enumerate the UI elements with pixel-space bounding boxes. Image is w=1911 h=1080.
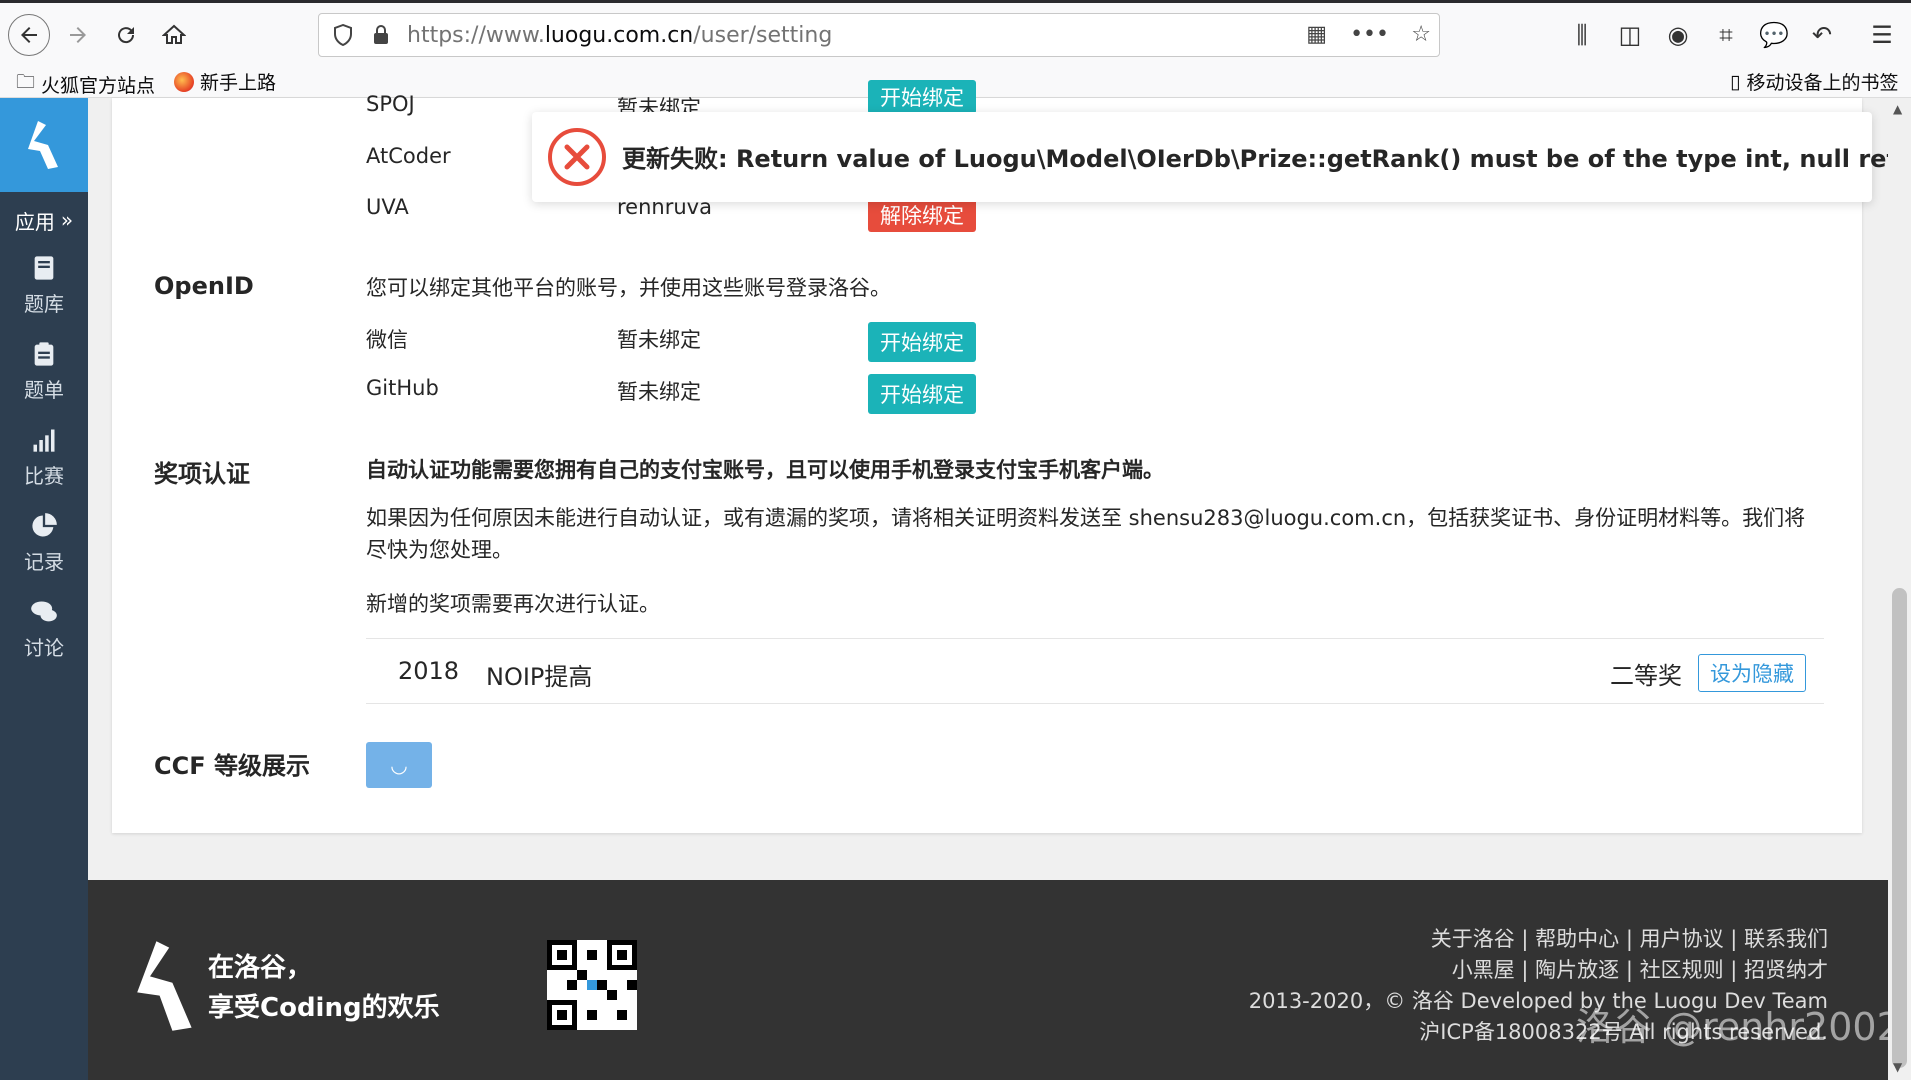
scrollbar-thumb[interactable]: [1892, 588, 1907, 1068]
page-scrollbar[interactable]: ▲ ▼: [1888, 98, 1911, 1080]
section-label-openid: OpenID: [154, 272, 254, 300]
qr-code-icon[interactable]: ▦: [1306, 22, 1327, 47]
account-icon[interactable]: ◉: [1660, 17, 1696, 53]
openid-description: 您可以绑定其他平台的账号，并使用这些账号登录洛谷。: [366, 276, 891, 300]
watermark: 洛谷 @renhr2002: [1576, 1005, 1901, 1049]
home-icon: [162, 24, 186, 44]
clipboard-icon: [34, 341, 54, 366]
mobile-bookmarks[interactable]: ▯ 移动设备上的书签: [1730, 68, 1898, 95]
folder-icon: 🗀: [16, 71, 36, 93]
section-label-ccf: CCF 等级展示: [154, 752, 310, 780]
luogu-logo[interactable]: [0, 98, 88, 192]
prize-note: 新增的奖项需要再次进行认证。: [366, 592, 660, 616]
settings-card: SPOJ 暂未绑定 开始绑定 AtCoder UVA renhruva 解除绑定…: [112, 80, 1862, 833]
prize-description: 如果因为任何原因未能进行自动认证，或有遗漏的奖项，请将相关证明资料发送至 she…: [366, 506, 1806, 562]
hamburger-menu-icon[interactable]: ☰: [1864, 17, 1900, 53]
nav-label: 题单: [24, 377, 64, 402]
nav-label: 题库: [24, 291, 64, 316]
browser-toolbar: https://www.luogu.com.cn/user/setting ▦ …: [0, 0, 1911, 64]
nav-label: 讨论: [24, 635, 64, 660]
section-label-prize: 奖项认证: [154, 460, 250, 488]
bar-chart-icon: [33, 429, 55, 452]
url-domain: luogu.com.cn: [544, 23, 694, 48]
lock-icon[interactable]: [371, 24, 391, 46]
undo-icon[interactable]: ↶: [1804, 17, 1840, 53]
error-x-circle-icon: [548, 128, 606, 186]
forward-button[interactable]: [60, 17, 96, 53]
loading-spinner-icon: ◡: [390, 753, 408, 777]
openid-platform: 微信: [366, 328, 408, 352]
nav-label: 比赛: [24, 463, 64, 488]
openid-platform: GitHub: [366, 376, 439, 400]
luogu-footer-logo-icon: [137, 941, 192, 1031]
start-bind-button[interactable]: 开始绑定: [868, 80, 976, 114]
apps-menu[interactable]: 应用 »: [0, 198, 88, 242]
sidebar-toggle-icon[interactable]: ◫: [1612, 17, 1648, 53]
start-bind-github-button[interactable]: 开始绑定: [868, 374, 976, 414]
mobile-bookmarks-label: 移动设备上的书签: [1746, 72, 1899, 94]
prize-contest: NOIP提高: [486, 663, 593, 691]
prize-year: 2018: [398, 657, 460, 685]
toast-message: 更新失败: Return value of Luogu\Model\OIerDb…: [622, 145, 1911, 173]
nav-problems[interactable]: 题库: [0, 242, 88, 328]
bookmark-item[interactable]: 新手上路: [174, 68, 276, 95]
bookmark-label: 火狐官方站点: [41, 74, 156, 97]
start-bind-wechat-button[interactable]: 开始绑定: [868, 322, 976, 362]
library-icon[interactable]: ⫼: [1564, 17, 1600, 53]
home-button[interactable]: [156, 17, 192, 53]
openid-status: 暂未绑定: [617, 328, 701, 352]
scroll-down-icon[interactable]: ▼: [1893, 1060, 1902, 1074]
back-button[interactable]: [8, 14, 50, 56]
set-hidden-button[interactable]: 设为隐藏: [1698, 654, 1806, 692]
binding-platform: UVA: [366, 195, 409, 219]
unbind-button[interactable]: 解除绑定: [868, 198, 976, 232]
shield-icon[interactable]: [333, 24, 353, 46]
book-icon: [34, 255, 54, 280]
url-path: /user/setting: [693, 23, 833, 48]
speech-bubble-icon[interactable]: 💬: [1756, 17, 1792, 53]
left-nav-rail: 应用 » 题库 题单 比赛 记录 讨论: [0, 98, 88, 1080]
url-text[interactable]: https://www.luogu.com.cn/user/setting: [407, 23, 832, 48]
scroll-up-icon[interactable]: ▲: [1893, 102, 1902, 116]
footer-links-row[interactable]: 关于洛谷 | 帮助中心 | 用户协议 | 联系我们: [1249, 924, 1828, 955]
nav-records[interactable]: 记录: [0, 500, 88, 586]
luogu-logo-icon: [28, 121, 58, 169]
firefox-icon: [174, 71, 194, 92]
apps-label: 应用: [14, 209, 55, 234]
nav-label: 记录: [24, 549, 64, 574]
nav-contests[interactable]: 比赛: [0, 414, 88, 500]
footer-links-row[interactable]: 小黑屋 | 陶片放逐 | 社区规则 | 招贤纳才: [1249, 955, 1828, 986]
chat-icon: [31, 601, 57, 621]
url-bar[interactable]: https://www.luogu.com.cn/user/setting ▦ …: [318, 13, 1440, 57]
prize-item-row: 2018 NOIP提高 二等奖 设为隐藏: [366, 638, 1824, 704]
double-chevron-right-icon: »: [60, 208, 74, 232]
slogan-line: 在洛谷，: [208, 953, 313, 983]
star-bookmark-icon[interactable]: ☆: [1411, 22, 1431, 47]
reload-icon: [118, 27, 135, 44]
binding-platform: AtCoder: [366, 144, 451, 168]
openid-status: 暂未绑定: [617, 380, 701, 404]
qr-code-image: [547, 940, 637, 1030]
url-prefix: https://www.: [407, 23, 545, 48]
nav-problem-lists[interactable]: 题单: [0, 328, 88, 414]
error-toast: 更新失败: Return value of Luogu\Model\OIerDb…: [532, 112, 1911, 202]
qr-code-icon: [547, 940, 637, 1030]
more-actions-icon[interactable]: •••: [1350, 22, 1389, 47]
prize-bold-description: 自动认证功能需要您拥有自己的支付宝账号，且可以使用手机登录支付宝手机客户端。: [366, 458, 1164, 482]
mobile-device-icon: ▯: [1730, 70, 1741, 93]
footer-slogan: 在洛谷， 享受Coding的欢乐: [208, 948, 440, 1028]
nav-discuss[interactable]: 讨论: [0, 586, 88, 672]
ccf-loading-button[interactable]: ◡: [366, 742, 432, 788]
slogan-line: 享受Coding的欢乐: [208, 993, 440, 1023]
bookmark-label: 新手上路: [200, 72, 277, 94]
reload-button[interactable]: [108, 17, 144, 53]
screenshot-icon[interactable]: ⌗: [1708, 17, 1744, 53]
pie-chart-icon: [32, 512, 57, 536]
prize-award: 二等奖: [1610, 662, 1682, 690]
arrow-right-icon: [70, 27, 86, 43]
bookmark-item[interactable]: 🗀 火狐官方站点: [16, 68, 155, 100]
arrow-left-icon: [21, 27, 37, 43]
binding-platform: SPOJ: [366, 92, 415, 116]
